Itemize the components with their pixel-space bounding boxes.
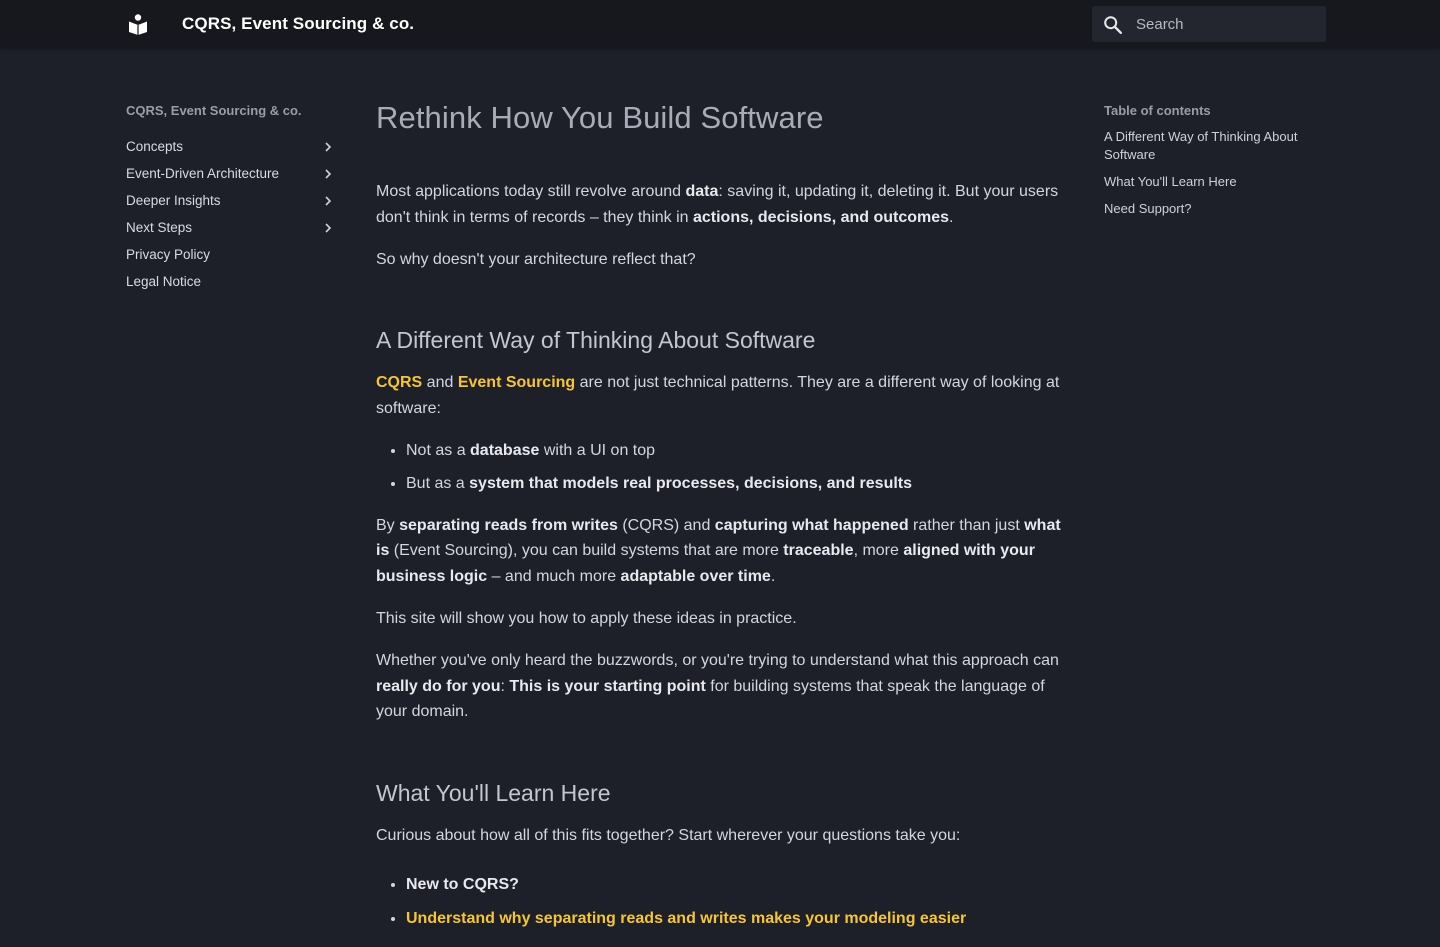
- section-paragraph: This site will show you how to apply the…: [376, 609, 797, 627]
- chevron-right-icon[interactable]: [320, 193, 336, 209]
- toc-item-different-way[interactable]: A Different Way of Thinking About Softwa…: [1104, 128, 1326, 164]
- sidebar-item-next-steps[interactable]: Next Steps: [126, 217, 336, 244]
- sidebar-item-privacy-policy[interactable]: Privacy Policy: [126, 244, 336, 271]
- sidebar-item-legal-notice[interactable]: Legal Notice: [126, 271, 336, 298]
- section-paragraph: Curious about how all of this fits toget…: [376, 826, 961, 844]
- cqrs-link[interactable]: CQRS: [376, 374, 422, 391]
- list-item: New to CQRS?: [406, 872, 1066, 898]
- sidebar-item-event-driven-architecture[interactable]: Event-Driven Architecture: [126, 163, 336, 190]
- bullet-list: Not as a database with a UI on top But a…: [406, 438, 1066, 497]
- sidebar-item-label: Legal Notice: [126, 274, 202, 289]
- sidebar-item-deeper-insights[interactable]: Deeper Insights: [126, 190, 336, 217]
- section-paragraph: CQRS and Event Sourcing are not just tec…: [376, 374, 1060, 417]
- sidebar-item-concepts[interactable]: Concepts: [126, 136, 336, 163]
- sidebar-item-label: Next Steps: [126, 220, 193, 235]
- intro-paragraph: Most applications today still revolve ar…: [376, 183, 1059, 226]
- event-sourcing-link[interactable]: Event Sourcing: [458, 374, 575, 391]
- list-item: But as a system that models real process…: [406, 471, 1066, 497]
- search-icon[interactable]: [1102, 14, 1124, 36]
- sidebar: CQRS, Event Sourcing & co. Concepts Even…: [126, 100, 336, 298]
- learn-link[interactable]: Understand why separating reads and writ…: [406, 910, 966, 927]
- chevron-right-icon[interactable]: [320, 166, 336, 182]
- page-title: Rethink How You Build Software: [376, 100, 824, 135]
- toc-list: A Different Way of Thinking About Softwa…: [1104, 128, 1326, 218]
- sidebar-item-label: Concepts: [126, 139, 184, 154]
- section-heading-different-way: A Different Way of Thinking About Softwa…: [376, 327, 816, 354]
- toc-title: Table of contents: [1104, 103, 1211, 118]
- table-of-contents: Table of contents A Different Way of Thi…: [1104, 100, 1326, 227]
- section-paragraph: By separating reads from writes (CQRS) a…: [376, 516, 1061, 585]
- toc-item-need-support[interactable]: Need Support?: [1104, 200, 1326, 218]
- list-item: Understand why separating reads and writ…: [406, 906, 1066, 932]
- sidebar-item-label: Privacy Policy: [126, 247, 211, 262]
- sidebar-item-label: Deeper Insights: [126, 193, 221, 208]
- toc-item-what-youll-learn[interactable]: What You'll Learn Here: [1104, 173, 1326, 191]
- main-content: Rethink How You Build Software Most appl…: [376, 96, 1066, 947]
- site-title[interactable]: CQRS, Event Sourcing & co.: [182, 14, 414, 34]
- sidebar-title: CQRS, Event Sourcing & co.: [126, 103, 302, 118]
- search-input[interactable]: [1136, 6, 1316, 42]
- nav-list: Concepts Event-Driven Architecture Deepe…: [126, 136, 336, 298]
- book-reader-icon[interactable]: [126, 10, 150, 38]
- top-header: CQRS, Event Sourcing & co.: [0, 0, 1440, 48]
- list-item: Not as a database with a UI on top: [406, 438, 1066, 464]
- intro-question: So why doesn't your architecture reflect…: [376, 250, 696, 268]
- chevron-right-icon[interactable]: [320, 139, 336, 155]
- bullet-list: New to CQRS? Understand why separating r…: [406, 872, 1066, 931]
- section-heading-what-youll-learn: What You'll Learn Here: [376, 779, 611, 806]
- section-paragraph: Whether you've only heard the buzzwords,…: [376, 652, 1059, 721]
- search-box[interactable]: [1092, 6, 1326, 42]
- chevron-right-icon[interactable]: [320, 220, 336, 236]
- sidebar-item-label: Event-Driven Architecture: [126, 166, 280, 181]
